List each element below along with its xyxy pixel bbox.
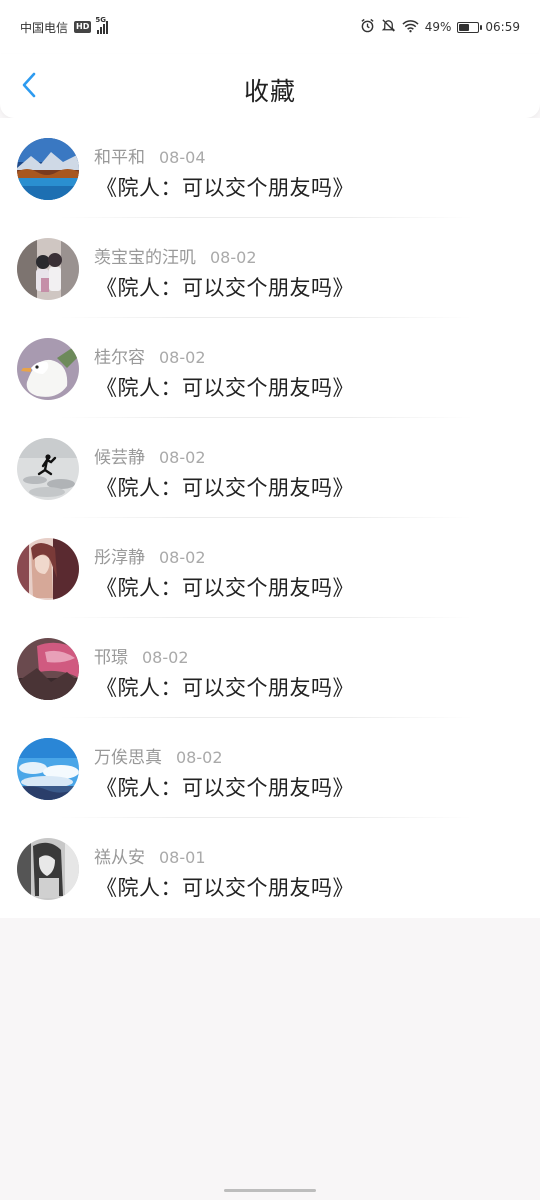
item-date: 08-01 <box>159 848 206 867</box>
network-type: 5G <box>95 16 106 24</box>
item-meta: 候芸静 08-02 <box>94 443 206 468</box>
item-content: 《院人：可以交个朋友吗》 <box>96 276 354 300</box>
item-content: 《院人：可以交个朋友吗》 <box>96 576 354 600</box>
item-content: 《院人：可以交个朋友吗》 <box>96 376 354 400</box>
item-date: 08-04 <box>159 148 206 167</box>
item-content: 《院人：可以交个朋友吗》 <box>96 876 354 900</box>
author-name: 候芸静 <box>94 448 145 468</box>
item-meta: 彤淳静 08-02 <box>94 543 206 568</box>
item-date: 08-02 <box>159 448 206 467</box>
avatar[interactable] <box>17 638 79 700</box>
item-date: 08-02 <box>159 348 206 367</box>
list-item[interactable]: 和平和 08-04 《院人：可以交个朋友吗》 <box>0 118 540 218</box>
item-content: 《院人：可以交个朋友吗》 <box>96 476 354 500</box>
item-meta: 万俟思真 08-02 <box>94 743 223 768</box>
avatar[interactable] <box>17 438 79 500</box>
wifi-icon <box>402 19 419 36</box>
author-name: 羡宝宝的汪叽 <box>94 248 196 268</box>
list-item[interactable]: 禚从安 08-01 《院人：可以交个朋友吗》 <box>0 818 540 918</box>
avatar[interactable] <box>17 538 79 600</box>
status-left: 中国电信 HD 5G <box>20 16 109 36</box>
list-item[interactable]: 万俟思真 08-02 《院人：可以交个朋友吗》 <box>0 718 540 818</box>
carrier-label: 中国电信 <box>20 20 69 35</box>
item-meta: 和平和 08-04 <box>94 143 206 168</box>
status-bar: 中国电信 HD 5G 49% 06:59 <box>0 0 540 54</box>
list-item[interactable]: 邗璟 08-02 《院人：可以交个朋友吗》 <box>0 618 540 718</box>
bell-off-icon <box>381 18 396 36</box>
status-right: 49% 06:59 <box>360 18 520 36</box>
favorites-list: 和平和 08-04 《院人：可以交个朋友吗》 羡宝宝的汪叽 08-02 《院人：… <box>0 118 540 918</box>
avatar[interactable] <box>17 838 79 900</box>
avatar[interactable] <box>17 338 79 400</box>
author-name: 禚从安 <box>94 848 145 868</box>
item-content: 《院人：可以交个朋友吗》 <box>96 176 354 200</box>
list-item[interactable]: 彤淳静 08-02 《院人：可以交个朋友吗》 <box>0 518 540 618</box>
item-date: 08-02 <box>176 748 223 767</box>
author-name: 桂尔容 <box>94 348 145 368</box>
battery-icon <box>457 21 483 33</box>
page-title: 收藏 <box>243 77 296 106</box>
item-date: 08-02 <box>159 548 206 567</box>
item-meta: 邗璟 08-02 <box>94 643 189 668</box>
avatar[interactable] <box>17 138 79 200</box>
hd-badge: HD <box>74 21 92 33</box>
item-date: 08-02 <box>142 648 189 667</box>
author-name: 彤淳静 <box>94 548 145 568</box>
clock: 06:59 <box>485 20 520 34</box>
battery-percent: 49% <box>424 20 452 34</box>
list-item[interactable]: 候芸静 08-02 《院人：可以交个朋友吗》 <box>0 418 540 518</box>
signal-icon: 5G <box>95 16 109 34</box>
home-indicator[interactable] <box>224 1189 316 1192</box>
author-name: 万俟思真 <box>94 748 162 768</box>
item-date: 08-02 <box>210 248 257 267</box>
list-item[interactable]: 桂尔容 08-02 《院人：可以交个朋友吗》 <box>0 318 540 418</box>
avatar[interactable] <box>17 738 79 800</box>
item-meta: 羡宝宝的汪叽 08-02 <box>94 243 257 268</box>
item-content: 《院人：可以交个朋友吗》 <box>96 676 354 700</box>
app-header: 收藏 <box>0 54 540 118</box>
alarm-icon <box>360 18 375 36</box>
item-meta: 桂尔容 08-02 <box>94 343 206 368</box>
avatar[interactable] <box>17 238 79 300</box>
list-item[interactable]: 羡宝宝的汪叽 08-02 《院人：可以交个朋友吗》 <box>0 218 540 318</box>
author-name: 邗璟 <box>94 648 128 668</box>
item-meta: 禚从安 08-01 <box>94 843 206 868</box>
item-content: 《院人：可以交个朋友吗》 <box>96 776 354 800</box>
author-name: 和平和 <box>94 148 145 168</box>
